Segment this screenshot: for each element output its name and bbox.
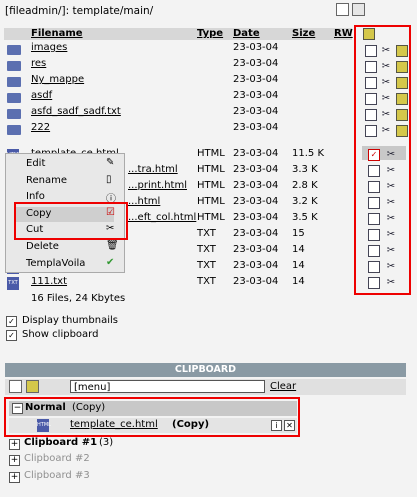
menu-item-info[interactable]: Info (26, 191, 45, 202)
col-date[interactable]: Date (233, 28, 260, 39)
copy-icon[interactable] (368, 213, 380, 225)
normal-pad-mode: (Copy) (72, 402, 106, 413)
html-file-icon: HTML (37, 419, 51, 432)
expand-icon[interactable]: + (9, 472, 20, 483)
copy-icon[interactable] (365, 125, 377, 137)
collapse-icon[interactable]: − (12, 403, 23, 414)
copy-cut-highlight-box (14, 202, 128, 240)
menu-item-delete[interactable]: Delete (26, 241, 59, 252)
clipboard-item-mode: (Copy) (172, 419, 210, 430)
rename-icon: ▯ (106, 174, 112, 185)
clipboard-toolbar: [menu] Clear (5, 379, 406, 395)
cut-icon[interactable]: ✂ (385, 245, 397, 257)
txt-file-icon: TXT (7, 277, 19, 290)
copy-icon[interactable] (365, 61, 377, 73)
cut-icon[interactable]: ✂ (380, 93, 392, 105)
clipboard-item[interactable]: HTML template_ce.html (Copy) i ✕ (9, 418, 297, 433)
normal-clipboard-highlight: − Normal (Copy) HTML template_ce.html (C… (4, 397, 300, 437)
col-type[interactable]: Type (197, 28, 223, 39)
cut-icon[interactable]: ✂ (385, 277, 397, 289)
cut-icon[interactable]: ✂ (380, 77, 392, 89)
cut-icon[interactable]: ✂ (385, 229, 397, 241)
expand-icon[interactable]: + (9, 439, 20, 450)
cut-icon[interactable]: ✂ (380, 45, 392, 57)
paste-into-icon[interactable] (396, 77, 408, 89)
copy-icon[interactable] (368, 261, 380, 273)
pad2-label[interactable]: Clipboard #2 (24, 453, 90, 464)
clipboard-checkbox[interactable]: ✓ (6, 330, 17, 341)
clipboard-item-name[interactable]: template_ce.html (70, 419, 158, 430)
copy-icon[interactable] (365, 45, 377, 57)
folder-icon (7, 125, 21, 135)
menu-item-templavoila[interactable]: TemplaVoila (26, 258, 85, 269)
normal-pad-header[interactable]: − Normal (Copy) (9, 401, 297, 416)
up-folder-icon[interactable] (352, 3, 366, 16)
clipboard-label: Show clipboard (22, 329, 99, 340)
menu-item-rename[interactable]: Rename (26, 175, 67, 186)
paste-into-icon[interactable] (396, 109, 408, 121)
cut-icon[interactable]: ✂ (385, 181, 397, 193)
copy-icon[interactable] (368, 181, 380, 193)
current-path: [fileadmin/]: template/main/ (5, 5, 154, 17)
copy-icon[interactable] (365, 109, 377, 121)
pad3-label[interactable]: Clipboard #3 (24, 470, 90, 481)
cut-icon[interactable]: ✂ (380, 61, 392, 73)
templavoila-icon: ✔ (106, 257, 115, 268)
copy-icon[interactable] (368, 165, 380, 177)
clipboard-menu-select[interactable]: [menu] (70, 380, 265, 393)
paste-into-icon[interactable] (396, 93, 408, 105)
trash-icon: 🗑 (106, 240, 119, 251)
folder-icon (7, 93, 21, 103)
col-filename[interactable]: Filename (31, 28, 83, 39)
menu-item-edit[interactable]: Edit (26, 158, 45, 169)
refresh-icon[interactable] (336, 3, 349, 16)
copy-icon[interactable] (368, 277, 380, 289)
cut-icon[interactable]: ✂ (385, 261, 397, 273)
copied-icon[interactable]: ✓ (368, 149, 380, 161)
col-rw[interactable]: RW (334, 28, 353, 39)
normal-pad-label: Normal (25, 402, 66, 413)
paste-into-icon[interactable] (396, 61, 408, 73)
cut-icon[interactable]: ✂ (385, 197, 397, 209)
copy-icon[interactable] (368, 229, 380, 241)
clear-link[interactable]: Clear (270, 381, 296, 392)
copy-icon[interactable] (365, 77, 377, 89)
folder-icon (7, 109, 21, 119)
clipboard-title: CLIPBOARD (5, 363, 406, 377)
info-icon[interactable]: i (271, 420, 282, 431)
copy-icon[interactable] (368, 245, 380, 257)
paste-into-icon[interactable] (396, 125, 408, 137)
folder-icon (7, 61, 21, 71)
top-toolbar (336, 3, 366, 16)
folder-icon (7, 77, 21, 87)
col-size[interactable]: Size (292, 28, 315, 39)
expand-icon[interactable]: + (9, 455, 20, 466)
camera-icon[interactable] (9, 380, 22, 393)
paste-into-icon[interactable] (396, 45, 408, 57)
cut-icon[interactable]: ✂ (385, 165, 397, 177)
paste-into-icon[interactable] (363, 28, 375, 40)
cut-icon[interactable]: ✂ (385, 213, 397, 225)
clipboard-paste-icon[interactable] (26, 380, 39, 393)
cut-icon[interactable]: ✂ (380, 125, 392, 137)
edit-icon: ✎ (106, 157, 115, 168)
copy-icon[interactable] (368, 197, 380, 209)
thumbnails-label: Display thumbnails (22, 315, 118, 326)
folder-icon (7, 45, 21, 55)
cut-icon[interactable]: ✂ (385, 149, 397, 161)
cut-icon[interactable]: ✂ (380, 109, 392, 121)
file-summary: 16 Files, 24 Kbytes (31, 293, 126, 304)
remove-icon[interactable]: ✕ (284, 420, 295, 431)
pad1-count: (3) (99, 437, 114, 448)
thumbnails-checkbox[interactable]: ✓ (6, 316, 17, 327)
pad1-label[interactable]: Clipboard #1 (24, 437, 97, 448)
copy-icon[interactable] (365, 93, 377, 105)
